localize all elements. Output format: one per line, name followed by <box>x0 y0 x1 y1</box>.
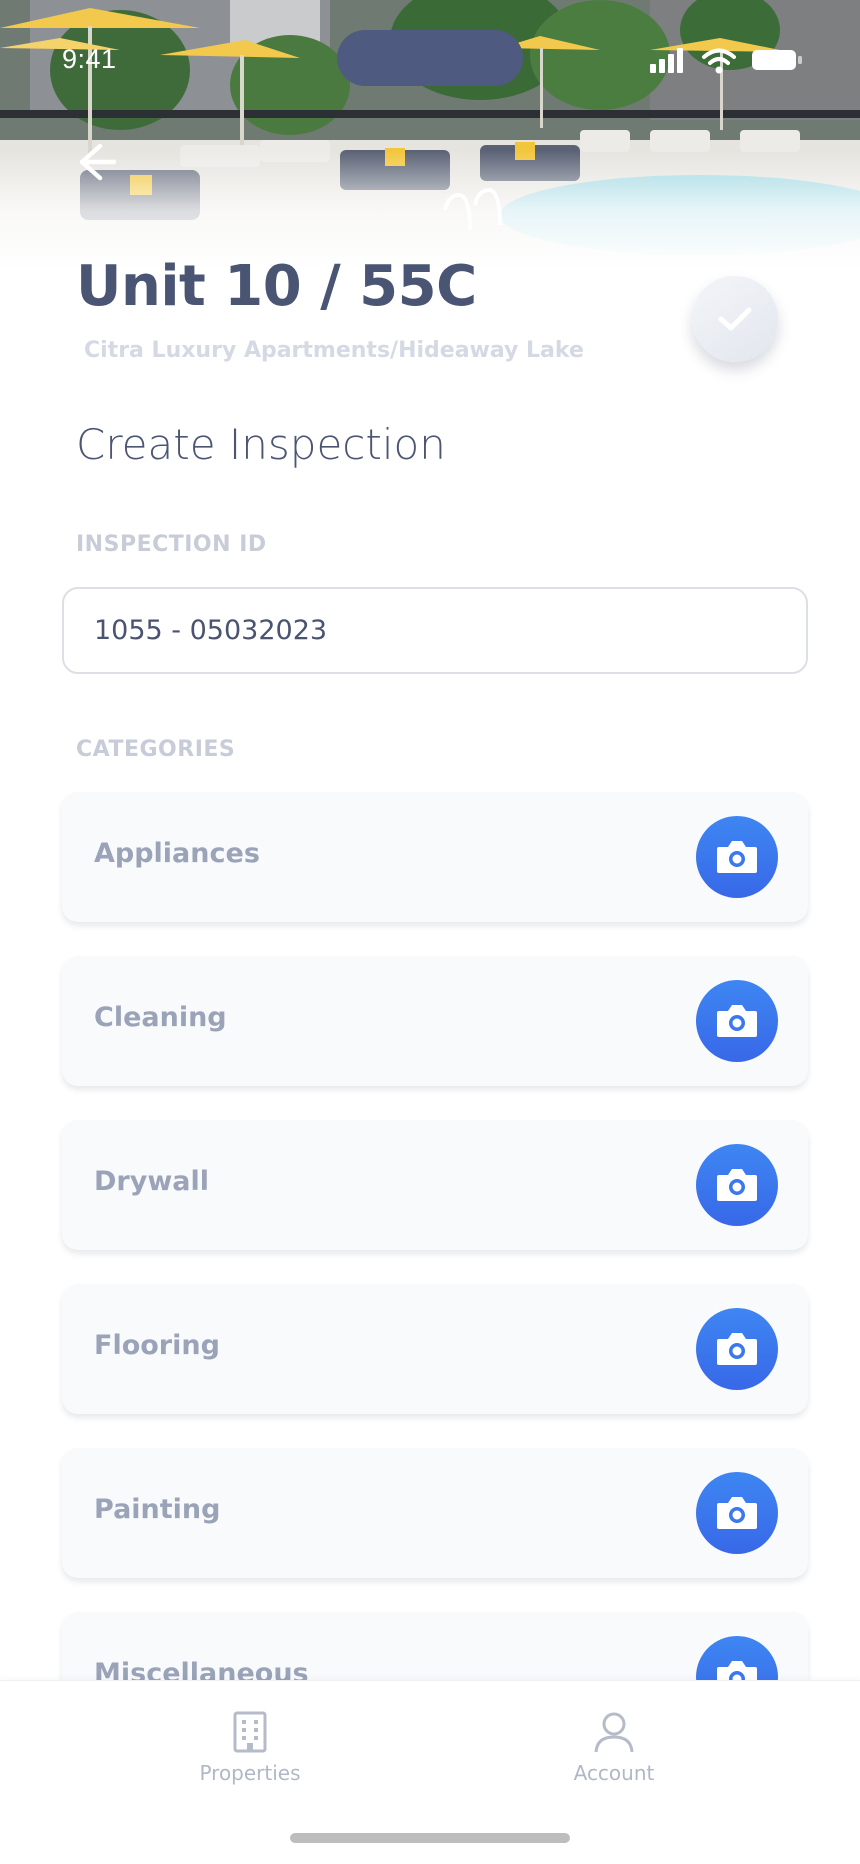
battery-icon <box>752 50 802 70</box>
camera-button[interactable] <box>696 980 778 1062</box>
camera-icon <box>717 1497 757 1529</box>
camera-button[interactable] <box>696 1308 778 1390</box>
category-card-appliances[interactable]: Appliances <box>62 792 808 922</box>
camera-icon <box>717 841 757 873</box>
back-arrow-icon[interactable] <box>70 138 118 186</box>
tab-bar: Properties Account <box>0 1680 860 1864</box>
tab-properties[interactable]: Properties <box>170 1711 330 1801</box>
category-card-painting[interactable]: Painting <box>62 1448 808 1578</box>
wifi-icon <box>702 48 736 74</box>
categories-label: CATEGORIES <box>76 737 236 762</box>
camera-icon <box>717 1005 757 1037</box>
camera-button[interactable] <box>696 1144 778 1226</box>
unit-title: Unit 10 / 55C <box>76 254 477 319</box>
person-icon <box>594 1712 634 1753</box>
tab-account[interactable]: Account <box>534 1711 694 1801</box>
status-time: 9:41 <box>62 44 117 74</box>
property-name: Citra Luxury Apartments/Hideaway Lake <box>84 338 584 363</box>
tab-label: Account <box>573 1761 655 1785</box>
building-icon <box>233 1711 267 1753</box>
tab-label: Properties <box>199 1761 301 1785</box>
category-card-flooring[interactable]: Flooring <box>62 1284 808 1414</box>
home-indicator <box>290 1833 570 1843</box>
camera-icon <box>717 1333 757 1365</box>
camera-icon <box>717 1169 757 1201</box>
submit-inspection-button[interactable] <box>692 276 778 362</box>
status-icons <box>650 48 802 74</box>
category-label: Appliances <box>94 838 260 869</box>
camera-button[interactable] <box>696 1472 778 1554</box>
signal-icon <box>650 48 683 73</box>
category-label: Cleaning <box>94 1002 227 1033</box>
dynamic-island <box>337 30 523 86</box>
inspection-id-input[interactable] <box>62 587 808 674</box>
category-label: Painting <box>94 1494 221 1525</box>
category-card-cleaning[interactable]: Cleaning <box>62 956 808 1086</box>
checkmark-icon <box>718 307 752 331</box>
hero-fade-overlay <box>0 150 860 270</box>
category-label: Drywall <box>94 1166 210 1197</box>
category-label: Flooring <box>94 1330 220 1361</box>
page-heading: Create Inspection <box>76 420 446 469</box>
inspection-id-label: INSPECTION ID <box>76 532 267 557</box>
category-card-drywall[interactable]: Drywall <box>62 1120 808 1250</box>
camera-button[interactable] <box>696 816 778 898</box>
